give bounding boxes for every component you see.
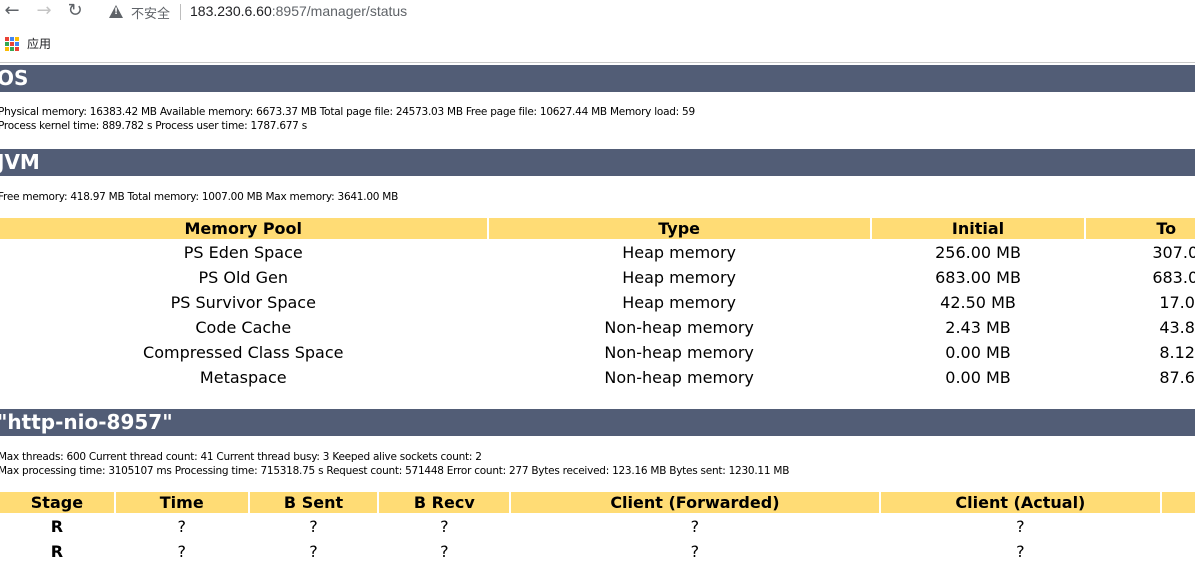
connector-threads-line: Max threads: 600 Current thread count: 4… [0,451,482,463]
pool-name: PS Survivor Space [170,293,316,312]
pool-total: 683.0 [1152,268,1195,287]
security-label[interactable]: 不安全 [131,3,170,22]
client-forwarded-cell: ? [690,542,700,561]
address-bar[interactable]: 不安全 183.230.6.60:8957/manager/status [104,0,1195,24]
bookmarks-bar: 应用 [0,30,1195,56]
chrome-divider [0,62,1195,63]
table-row: Metaspace Non-heap memory 0.00 MB 87.6 [0,366,1195,389]
bytes-received-cell: ? [440,542,449,561]
os-process-time-line: Process kernel time: 889.782 s Process u… [0,120,307,132]
memory-pool-header-row: Memory Pool Type Initial To [0,218,1195,239]
client-actual-cell: ? [1016,542,1025,561]
request-stage-table: Stage Time B Sent B Recv Client (Forward… [0,490,1195,565]
bookmark-apps[interactable]: 应用 [27,35,51,52]
url-host: 183.230.6.60 [190,3,272,19]
table-row: PS Survivor Space Heap memory 42.50 MB 1… [0,291,1195,314]
pool-type: Non-heap memory [604,343,754,362]
memory-pool-table: Memory Pool Type Initial To PS Eden Spac… [0,216,1195,391]
pool-total: 307.0 [1152,243,1195,262]
pool-initial: 2.43 MB [945,318,1011,337]
pool-initial: 0.00 MB [945,368,1011,387]
jvm-memory-line: Free memory: 418.97 MB Total memory: 100… [0,191,399,203]
pool-initial: 683.00 MB [935,268,1021,287]
pool-initial: 0.00 MB [945,343,1011,362]
url-path: :8957/manager/status [271,3,408,19]
column-header-client-actual: Client (Actual) [880,492,1161,513]
pool-type: Heap memory [622,293,737,312]
table-row: R ? ? ? ? ? [0,515,1195,538]
time-cell: ? [177,542,186,561]
table-row: PS Old Gen Heap memory 683.00 MB 683.0 [0,266,1195,289]
os-title: OS [0,66,29,90]
time-cell: ? [177,517,186,536]
stage-cell: R [50,542,64,561]
extra-cell [1162,540,1195,563]
os-memory-line: Physical memory: 16383.42 MB Available m… [0,106,695,118]
url-text[interactable]: 183.230.6.60:8957/manager/status [190,3,407,19]
pool-initial: 42.50 MB [940,293,1016,312]
pool-name: Metaspace [199,368,287,387]
back-arrow-icon[interactable]: ← [1,1,23,23]
column-header-time: Time [115,492,248,513]
connector-info: Max threads: 600 Current thread count: 4… [0,450,789,478]
pool-name: Compressed Class Space [143,343,344,362]
column-header-bytes-received: B Recv [379,492,510,513]
connector-heading: "http-nio-8957" [0,409,1195,436]
column-header-next [1162,492,1195,513]
extra-cell [1162,515,1195,538]
pool-name: PS Old Gen [198,268,289,287]
client-forwarded-cell: ? [690,517,700,536]
column-header-client-forwarded: Client (Forwarded) [511,492,879,513]
stage-header-row: Stage Time B Sent B Recv Client (Forward… [0,492,1195,513]
table-row: Compressed Class Space Non-heap memory 0… [0,341,1195,364]
pool-initial: 256.00 MB [935,243,1021,262]
column-header-stage: Stage [0,492,114,513]
table-row: R ? ? ? ? ? [0,540,1195,563]
os-heading: OS [0,65,1195,92]
jvm-title: JVM [0,150,40,174]
jvm-heading: JVM [0,149,1195,176]
column-header-total: To [1086,218,1195,239]
warning-icon[interactable] [109,5,123,18]
column-header-type: Type [488,218,870,239]
pool-type: Heap memory [622,243,737,262]
stage-cell: R [50,517,64,536]
forward-arrow-icon[interactable]: → [33,1,55,23]
pool-total: 8.12 [1159,343,1195,362]
os-info: Physical memory: 16383.42 MB Available m… [0,105,695,133]
pool-total: 43.8 [1159,318,1195,337]
pool-type: Heap memory [622,268,737,287]
bytes-sent-cell: ? [309,517,318,536]
column-header-memory-pool: Memory Pool [0,218,487,239]
connector-processing-line: Max processing time: 3105107 ms Processi… [0,465,790,477]
pool-type: Non-heap memory [604,318,754,337]
column-header-bytes-sent: B Sent [249,492,378,513]
reload-icon[interactable]: ↻ [64,1,86,23]
table-row: PS Eden Space Heap memory 256.00 MB 307.… [0,241,1195,264]
omnibox-divider [180,4,181,20]
bytes-received-cell: ? [440,517,449,536]
client-actual-cell: ? [1016,517,1025,536]
pool-type: Non-heap memory [604,368,754,387]
apps-grid-icon[interactable] [5,37,19,51]
bytes-sent-cell: ? [309,542,318,561]
pool-total: 17.0 [1159,293,1195,312]
browser-toolbar: ← → ↻ 不安全 183.230.6.60:8957/manager/stat… [0,0,1195,24]
connector-title: "http-nio-8957" [0,410,173,434]
pool-name: PS Eden Space [183,243,303,262]
table-row: Code Cache Non-heap memory 2.43 MB 43.8 [0,316,1195,339]
pool-total: 87.6 [1159,368,1195,387]
column-header-initial: Initial [871,218,1085,239]
pool-name: Code Cache [195,318,292,337]
